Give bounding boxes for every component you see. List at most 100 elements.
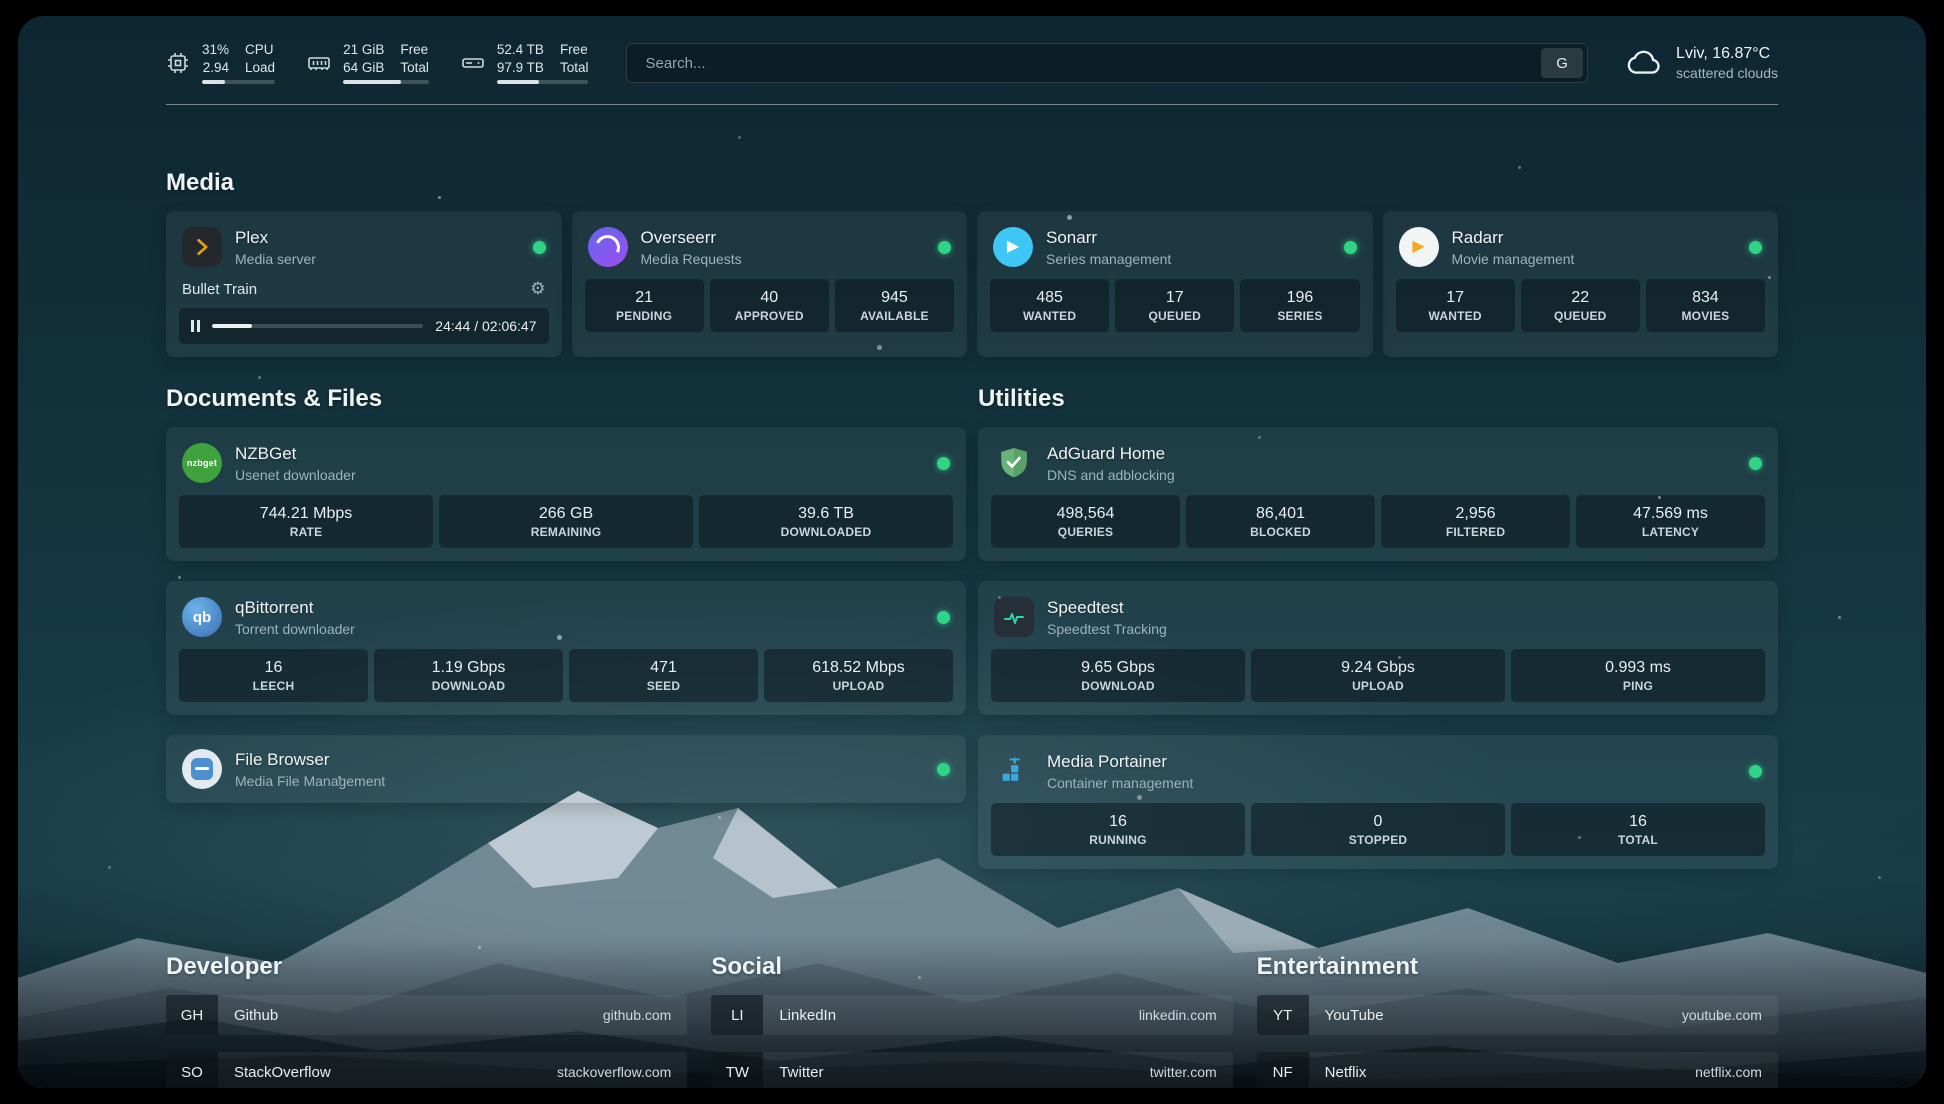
portainer-link[interactable]: Media Portainer Container management (978, 735, 1778, 803)
stat-leech: 16 LEECH (179, 649, 368, 702)
service-name: Media Portainer (1047, 752, 1736, 772)
status-dot (937, 763, 950, 776)
bookmark-twitter[interactable]: TW Twitter twitter.com (711, 1052, 1232, 1088)
section-title-documents: Documents & Files (166, 385, 966, 413)
speedtest-icon (994, 597, 1034, 637)
bookmark-abbr: NF (1257, 1052, 1309, 1088)
service-subtitle: Container management (1047, 775, 1736, 791)
speedtest-link[interactable]: Speedtest Speedtest Tracking (978, 581, 1778, 649)
memory-total-label: Total (400, 60, 429, 76)
weather-location: Lviv, 16.87°C (1676, 45, 1778, 63)
stats-row: 17 WANTED 22 QUEUED 834 MOVIES (1383, 279, 1779, 345)
bookmark-url: linkedin.com (1139, 1007, 1233, 1023)
stat-filtered: 2,956 FILTERED (1381, 495, 1570, 548)
stat-seed: 471 SEED (569, 649, 758, 702)
bookmark-abbr: YT (1257, 995, 1309, 1035)
memory-widget: 21 GiB Free 64 GiB Total (307, 42, 429, 84)
stat-total: 16 TOTAL (1511, 803, 1765, 856)
adguard-link[interactable]: AdGuard Home DNS and adblocking (978, 427, 1778, 495)
stat-downloaded: 39.6 TB DOWNLOADED (699, 495, 953, 548)
service-name: AdGuard Home (1047, 444, 1736, 464)
service-subtitle: Usenet downloader (235, 467, 924, 483)
gear-icon[interactable]: ⚙ (530, 279, 545, 299)
status-dot (533, 241, 546, 254)
disk-free-label: Free (560, 42, 589, 58)
bookmarks-developer: Developer GH Github github.com SO StackO… (166, 953, 687, 1088)
radarr-link[interactable]: ▶ Radarr Movie management (1383, 211, 1779, 279)
cloud-icon (1626, 44, 1664, 82)
weather-widget[interactable]: Lviv, 16.87°C scattered clouds (1626, 44, 1778, 82)
bookmark-stackoverflow[interactable]: SO StackOverflow stackoverflow.com (166, 1052, 687, 1088)
topbar-divider (166, 104, 1778, 105)
stat-queries: 498,564 QUERIES (991, 495, 1180, 548)
service-card-speedtest: Speedtest Speedtest Tracking 9.65 Gbps D… (978, 581, 1778, 715)
bookmark-linkedin[interactable]: LI LinkedIn linkedin.com (711, 995, 1232, 1035)
overseerr-link[interactable]: Overseerr Media Requests (572, 211, 968, 279)
stats-row: 16 RUNNING 0 STOPPED 16 TOTAL (978, 803, 1778, 869)
top-bar: 31% CPU 2.94 Load (166, 16, 1778, 84)
stat-wanted: 17 WANTED (1396, 279, 1515, 332)
service-subtitle: Torrent downloader (235, 621, 924, 637)
service-subtitle: Speedtest Tracking (1047, 621, 1762, 637)
weather-condition: scattered clouds (1676, 65, 1778, 81)
overseerr-icon (588, 227, 628, 267)
bookmark-youtube[interactable]: YT YouTube youtube.com (1257, 995, 1778, 1035)
service-name: NZBGet (235, 444, 924, 464)
playback-progress-bar (212, 324, 423, 328)
bookmarks-entertainment: Entertainment YT YouTube youtube.com NF … (1257, 953, 1778, 1088)
documents-column: Documents & Files nzbget NZBGet Usenet d… (166, 385, 966, 869)
status-dot (937, 611, 950, 624)
pause-icon (191, 320, 200, 332)
plex-link[interactable]: Plex Media server (166, 211, 562, 279)
bookmark-url: netflix.com (1695, 1064, 1778, 1080)
disk-stats: 52.4 TB Free 97.9 TB Total (497, 42, 589, 75)
stat-approved: 40 APPROVED (710, 279, 829, 332)
bookmark-name: StackOverflow (218, 1064, 331, 1081)
stats-row: 16 LEECH 1.19 Gbps DOWNLOAD 471 SEED 6 (166, 649, 966, 715)
bookmark-github[interactable]: GH Github github.com (166, 995, 687, 1035)
stat-series: 196 SERIES (1240, 279, 1359, 332)
disk-widget: 52.4 TB Free 97.9 TB Total (461, 42, 589, 84)
service-name: File Browser (235, 750, 924, 770)
search-provider-button[interactable]: G (1541, 48, 1583, 78)
filebrowser-link[interactable]: File Browser Media File Management (166, 735, 966, 803)
media-grid: Plex Media server Bullet Train ⚙ (166, 211, 1778, 357)
bookmark-name: YouTube (1309, 1007, 1384, 1024)
nzbget-link[interactable]: nzbget NZBGet Usenet downloader (166, 427, 966, 495)
sonarr-link[interactable]: ▶ Sonarr Series management (977, 211, 1373, 279)
memory-total-value: 64 GiB (343, 60, 384, 76)
qbittorrent-link[interactable]: qb qBittorrent Torrent downloader (166, 581, 966, 649)
service-subtitle: Media server (235, 251, 520, 267)
cpu-usage-label: CPU (245, 42, 275, 58)
stat-available: 945 AVAILABLE (835, 279, 954, 332)
bookmark-name: Twitter (763, 1064, 823, 1081)
search-input[interactable] (631, 55, 1541, 72)
now-playing-title: Bullet Train (182, 281, 257, 298)
service-card-portainer: Media Portainer Container management 16 … (978, 735, 1778, 869)
cpu-progress-fill (202, 80, 225, 84)
section-title-media: Media (166, 169, 1778, 197)
service-card-overseerr: Overseerr Media Requests 21 PENDING 40 A… (572, 211, 968, 357)
dashboard-screen: 31% CPU 2.94 Load (18, 16, 1926, 1088)
bookmark-name: Github (218, 1007, 278, 1024)
service-subtitle: Movie management (1452, 251, 1737, 267)
cpu-usage-value: 31% (202, 42, 229, 58)
section-title-utilities: Utilities (978, 385, 1778, 413)
service-subtitle: Media Requests (641, 251, 926, 267)
bookmarks-social: Social LI LinkedIn linkedin.com TW Twitt… (711, 953, 1232, 1088)
disk-icon (461, 51, 485, 75)
cpu-stats: 31% CPU 2.94 Load (202, 42, 275, 75)
service-subtitle: Media File Management (235, 773, 924, 789)
playback-progress-fill (212, 324, 252, 328)
stats-row: 21 PENDING 40 APPROVED 945 AVAILABLE (572, 279, 968, 345)
plex-player: 24:44 / 02:06:47 (179, 308, 549, 344)
stat-blocked: 86,401 BLOCKED (1186, 495, 1375, 548)
bookmark-url: github.com (603, 1007, 687, 1023)
service-name: Speedtest (1047, 598, 1762, 618)
service-card-plex: Plex Media server Bullet Train ⚙ (166, 211, 562, 357)
service-subtitle: Series management (1046, 251, 1331, 267)
disk-progress-fill (497, 80, 539, 84)
stat-rate: 744.21 Mbps RATE (179, 495, 433, 548)
bookmark-netflix[interactable]: NF Netflix netflix.com (1257, 1052, 1778, 1088)
filebrowser-icon (182, 749, 222, 789)
